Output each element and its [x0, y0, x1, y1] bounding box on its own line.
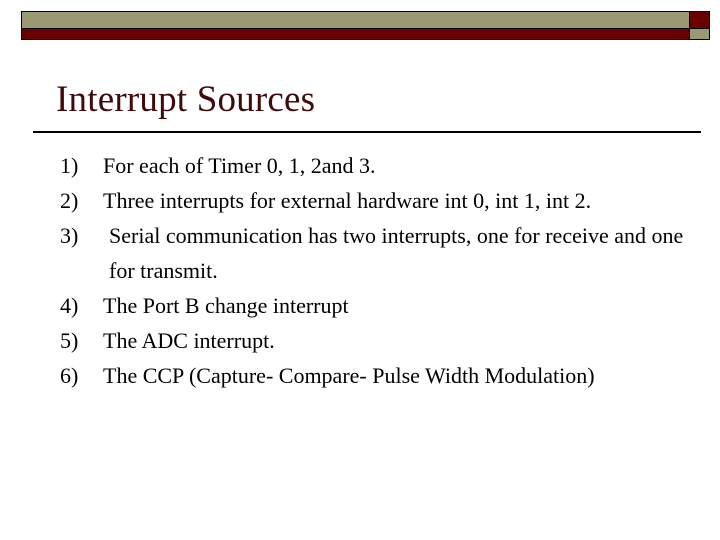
- list-item-text: For each of Timer 0, 1, 2and 3.: [103, 153, 376, 178]
- list-item-marker: 5): [60, 328, 79, 353]
- list-item: 3) Serial communication has two interrup…: [55, 218, 685, 288]
- list-item-text: The ADC interrupt.: [103, 328, 275, 353]
- list-item-text: Three interrupts for external hardware i…: [103, 188, 592, 213]
- header-bar-red-stripe: [22, 28, 689, 39]
- header-decorative-bar: [21, 11, 710, 40]
- header-bar-tan-stripe: [22, 12, 689, 28]
- list-item: 6) The CCP (Capture- Compare- Pulse Widt…: [55, 358, 685, 393]
- slide-title: Interrupt Sources: [56, 79, 316, 120]
- checker-bottom-tan-square: [690, 28, 709, 39]
- checker-top-red-square: [690, 12, 709, 28]
- list-item: 4) The Port B change interrupt: [55, 288, 685, 323]
- list-item-marker: 6): [60, 363, 79, 388]
- list-item: 1) For each of Timer 0, 1, 2and 3.: [55, 148, 685, 183]
- header-bar-body: [22, 12, 689, 39]
- list-item-marker: 3): [60, 223, 79, 248]
- list-item-marker: 2): [60, 188, 79, 213]
- list-item-text: Serial communication has two interrupts,…: [109, 223, 689, 283]
- interrupt-sources-list: 1) For each of Timer 0, 1, 2and 3. 2) Th…: [55, 148, 685, 393]
- slide-canvas: Interrupt Sources 1) For each of Timer 0…: [0, 0, 720, 540]
- list-item-text: The CCP (Capture- Compare- Pulse Width M…: [103, 363, 595, 388]
- list-item-marker: 4): [60, 293, 79, 318]
- list-item: 2) Three interrupts for external hardwar…: [55, 183, 685, 218]
- list-item: 5) The ADC interrupt.: [55, 323, 685, 358]
- list-item-marker: 1): [60, 153, 79, 178]
- list-item-text: The Port B change interrupt: [103, 293, 349, 318]
- title-underline-rule: [33, 131, 701, 133]
- header-checker-accent: [689, 12, 709, 39]
